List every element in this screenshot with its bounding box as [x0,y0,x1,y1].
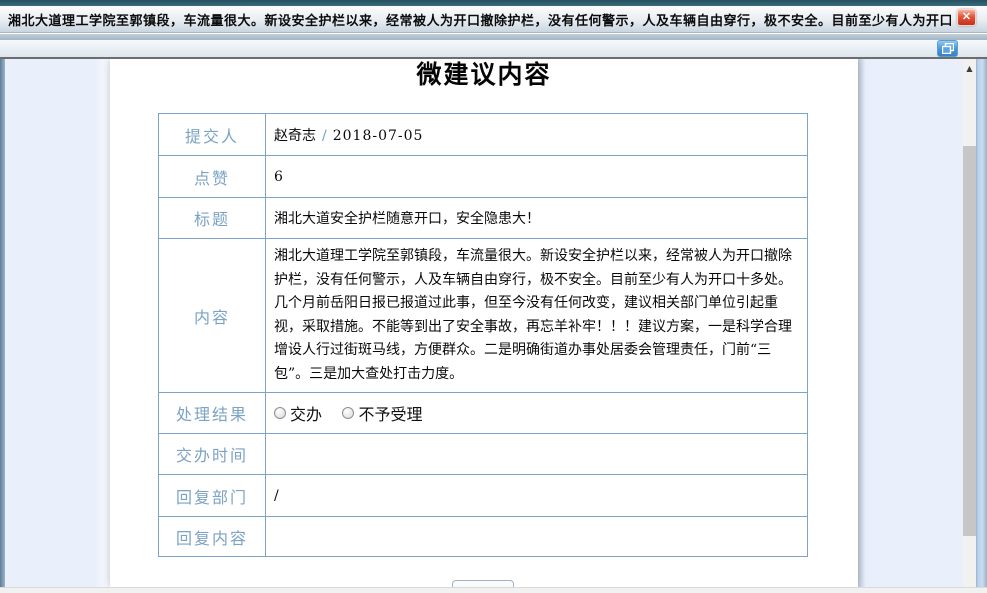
submit-date: 2018-07-05 [333,128,424,144]
table-row-assign-time: 交办时间 [159,434,808,475]
content-value: 湘北大道理工学院至郭镇段，车流量很大。新设安全护栏以来，经常被人为开口撤除护栏，… [266,239,808,393]
reply-dept-value: / [266,475,808,517]
title-label: 标题 [159,198,266,239]
reply-content-value [266,517,808,557]
page-title: 微建议内容 [110,59,858,91]
likes-value: 6 [266,156,808,198]
dialog-toolbar [0,40,987,59]
reply-dept-label: 回复部门 [159,475,266,517]
assign-time-label: 交办时间 [159,434,266,475]
submitter-name: 赵奇志 [274,128,316,144]
radio-icon[interactable] [342,407,354,419]
submitter-label: 提交人 [159,114,266,156]
radio-option-assign[interactable]: 交办 [274,401,322,425]
close-button[interactable]: ✕ [957,9,976,26]
table-row-likes: 点赞 6 [159,156,808,198]
radio-option-reject-label: 不予受理 [358,401,422,425]
dialog-titlebar: 湘北大道理工学院至郭镇段，车流量很大。新设安全护栏以来，经常被人为开口撤除护栏，… [0,6,987,33]
table-row-submitter: 提交人 赵奇志/2018-07-05 [159,114,808,156]
table-row-reply-content: 回复内容 [159,517,808,557]
titlebar-marquee-text: 湘北大道理工学院至郭镇段，车流量很大。新设安全护栏以来，经常被人为开口撤除护栏，… [8,10,951,29]
radio-option-assign-label: 交办 [290,401,322,425]
horizontal-scrollbar-track [0,587,987,593]
result-label: 处理结果 [159,393,266,434]
submitter-value: 赵奇志/2018-07-05 [266,114,808,156]
scrollbar-thumb[interactable] [963,146,976,536]
vertical-scrollbar[interactable]: ▲ [963,59,976,588]
likes-label: 点赞 [159,156,266,198]
restore-window-icon [942,43,954,54]
dialog-body: 微建议内容 提交人 赵奇志/2018-07-05 点赞 6 标题 湘北大道安全护… [0,59,987,588]
background-panel-right [858,59,963,588]
scroll-up-arrow-icon[interactable]: ▲ [963,63,976,75]
table-row-result: 处理结果 交办 不予受理 [159,393,808,434]
radio-option-reject[interactable]: 不予受理 [342,401,422,425]
reply-content-label: 回复内容 [159,517,266,557]
submitter-separator: / [316,128,333,144]
dialog-window: 湘北大道理工学院至郭镇段，车流量很大。新设安全护栏以来，经常被人为开口撤除护栏，… [0,0,987,593]
title-value: 湘北大道安全护栏随意开口，安全隐患大！ [266,198,808,239]
restore-window-button[interactable] [937,40,958,57]
content-panel: 微建议内容 提交人 赵奇志/2018-07-05 点赞 6 标题 湘北大道安全护… [110,59,858,588]
background-panel-left [5,59,110,588]
window-right-edge [976,59,987,588]
table-row-reply-dept: 回复部门 / [159,475,808,517]
table-row-title: 标题 湘北大道安全护栏随意开口，安全隐患大！ [159,198,808,239]
close-icon: ✕ [958,10,975,25]
content-label: 内容 [159,239,266,393]
radio-icon[interactable] [274,407,286,419]
result-value: 交办 不予受理 [266,393,808,434]
table-row-content: 内容 湘北大道理工学院至郭镇段，车流量很大。新设安全护栏以来，经常被人为开口撤除… [159,239,808,393]
suggestion-detail-table: 提交人 赵奇志/2018-07-05 点赞 6 标题 湘北大道安全护栏随意开口，… [158,113,808,557]
assign-time-value [266,434,808,475]
